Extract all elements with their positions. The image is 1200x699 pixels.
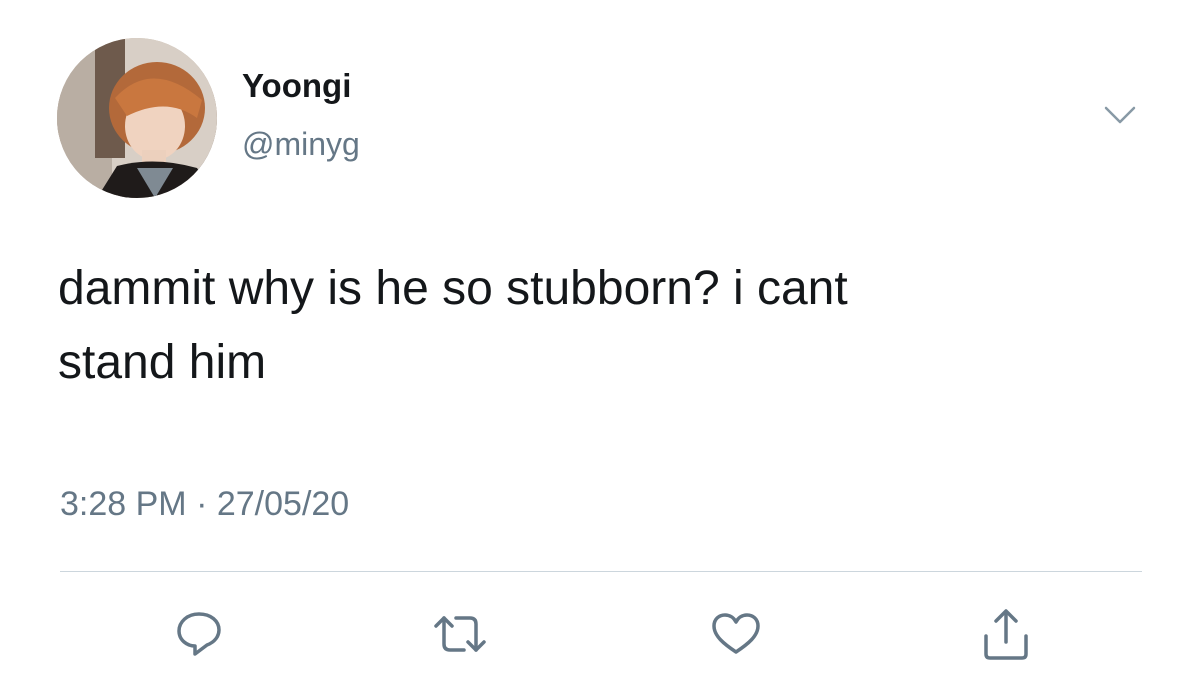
reply-button[interactable] xyxy=(169,606,229,662)
timestamp-separator: · xyxy=(196,485,208,523)
reply-icon xyxy=(177,612,221,656)
avatar[interactable] xyxy=(57,38,217,198)
heart-icon xyxy=(712,613,760,654)
user-handle[interactable]: @minyg xyxy=(242,124,360,164)
tweet-text-line: stand him xyxy=(58,336,267,389)
chevron-down-icon[interactable] xyxy=(1100,100,1140,130)
retweet-button[interactable] xyxy=(428,606,488,662)
tweet-date: 27/05/20 xyxy=(216,485,350,523)
retweet-icon xyxy=(434,616,486,652)
tweet-card: Yoongi @minyg dammit why is he so stubbo… xyxy=(0,0,1200,699)
avatar-photo xyxy=(57,38,217,198)
tweet-time: 3:28 PM xyxy=(60,485,187,523)
display-name[interactable]: Yoongi xyxy=(242,66,351,106)
tweet-timestamp[interactable]: 3:28 PM · 27/05/20 xyxy=(60,482,349,526)
divider xyxy=(60,571,1142,572)
share-icon xyxy=(984,609,1028,660)
share-button[interactable] xyxy=(976,606,1036,662)
tweet-text: dammit why is he so stubborn? i cant sta… xyxy=(58,252,1148,400)
tweet-text-line: dammit why is he so stubborn? i cant xyxy=(58,262,848,315)
like-button[interactable] xyxy=(706,606,766,662)
